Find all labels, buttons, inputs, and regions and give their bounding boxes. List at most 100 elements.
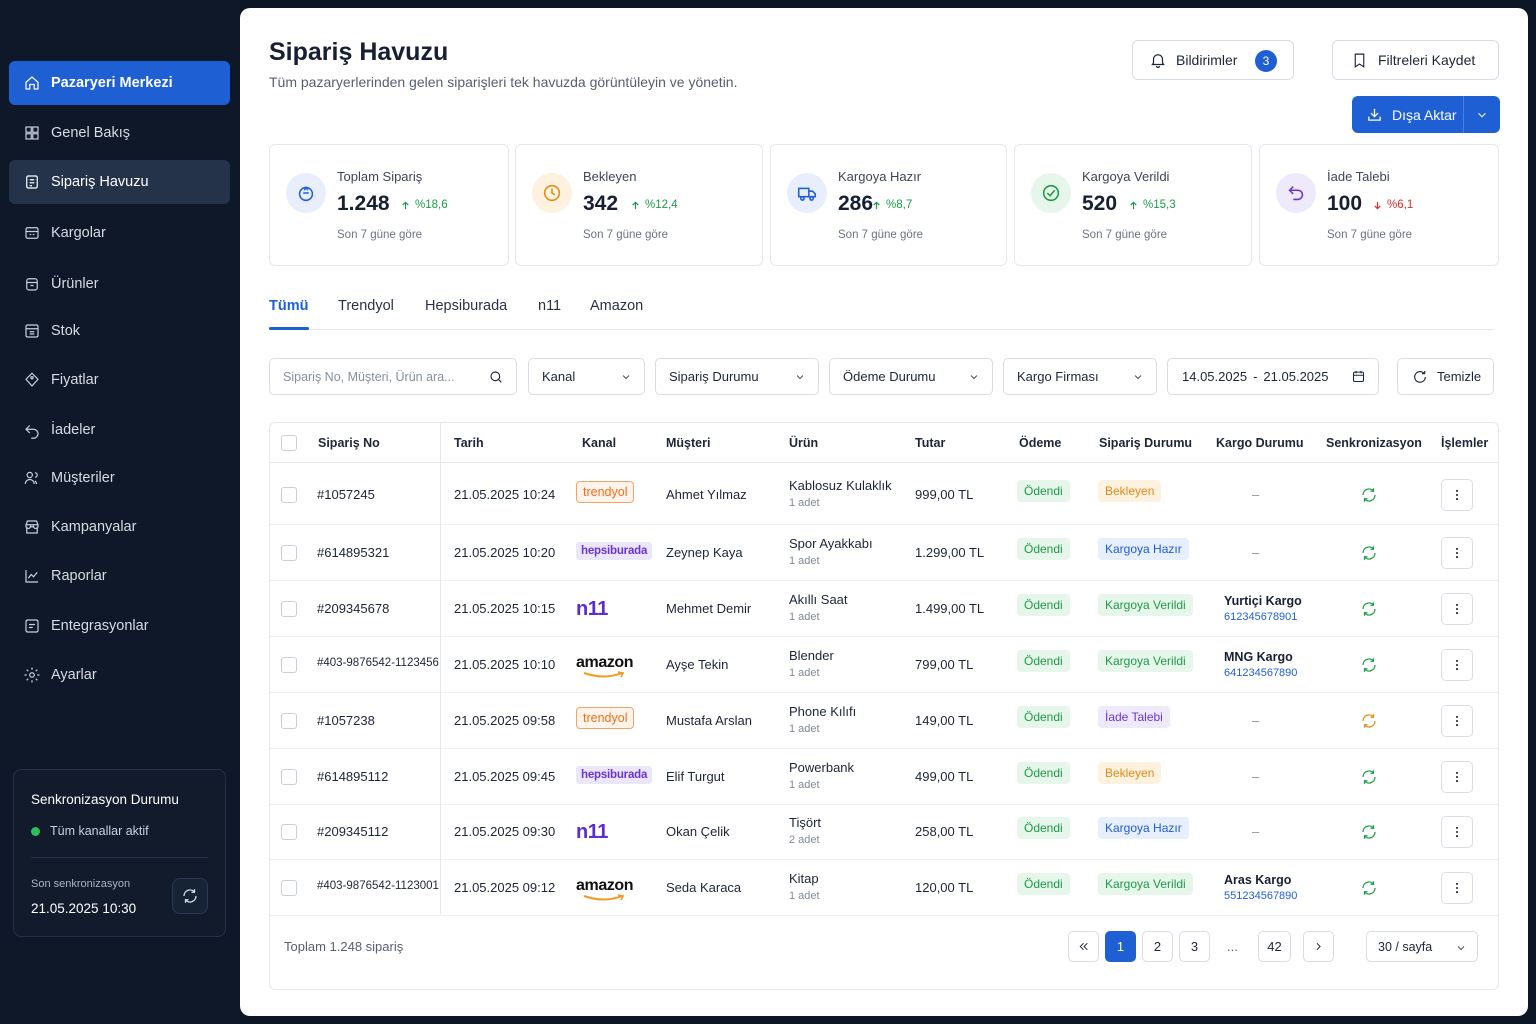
tab-3[interactable]: Hepsiburada — [425, 298, 507, 314]
sidebar-item-10[interactable]: Kampanyalar — [9, 505, 230, 549]
tab-5[interactable]: Amazon — [590, 298, 643, 314]
row-actions-button[interactable] — [1441, 705, 1473, 737]
row-checkbox[interactable] — [281, 486, 297, 503]
sync-icon[interactable] — [1360, 544, 1378, 565]
table-row[interactable]: #614895112 21.05.2025 09:45 hepsiburada Eli… — [270, 749, 1498, 805]
notifications-button[interactable]: Bildirimler 3 — [1132, 40, 1294, 80]
product-cell: Blender 1 adet — [789, 648, 834, 679]
column-header[interactable]: Tutar — [915, 436, 945, 450]
row-actions-button[interactable] — [1441, 761, 1473, 793]
row-checkbox[interactable] — [281, 769, 297, 785]
table-row[interactable]: #614895321 21.05.2025 10:20 hepsiburada Zey… — [270, 525, 1498, 581]
sidebar-item-3[interactable]: Sipariş Havuzu — [9, 160, 230, 204]
sync-icon[interactable] — [1360, 600, 1378, 621]
sidebar-item-5[interactable]: Ürünler — [9, 262, 230, 306]
select-all-checkbox[interactable] — [281, 435, 297, 451]
sidebar-item-4[interactable]: Kargolar — [9, 211, 230, 255]
payment-status: Ödendi — [1017, 479, 1070, 502]
tracking-number[interactable]: 641234567890 — [1224, 667, 1297, 679]
row-checkbox[interactable] — [281, 545, 297, 561]
tab-2[interactable]: Trendyol — [338, 298, 394, 314]
refresh-sync-button[interactable] — [172, 878, 208, 914]
stat-delta-value: %8,7 — [886, 199, 913, 211]
column-header[interactable]: Kanal — [582, 436, 616, 450]
row-actions-button[interactable] — [1441, 537, 1473, 569]
sync-icon[interactable] — [1360, 768, 1378, 789]
row-checkbox[interactable] — [281, 601, 297, 617]
tracking-number[interactable]: 551234567890 — [1224, 890, 1297, 902]
sidebar-item-9[interactable]: Müşteriler — [9, 456, 230, 500]
sidebar-item-13[interactable]: Ayarlar — [9, 653, 230, 697]
row-actions-button[interactable] — [1441, 478, 1473, 511]
channel-select[interactable]: Kanal — [528, 358, 645, 395]
order-id[interactable]: #614895112 — [317, 769, 388, 784]
save-filters-button[interactable]: Filtreleri Kaydet — [1332, 40, 1499, 80]
row-checkbox[interactable] — [281, 880, 297, 896]
sidebar-item-8[interactable]: İadeler — [9, 408, 230, 452]
cargo-company-select-label: Kargo Firması — [1017, 369, 1099, 384]
export-button[interactable]: Dışa Aktar — [1352, 96, 1464, 133]
tracking-number[interactable]: 612345678901 — [1224, 611, 1302, 623]
table-row[interactable]: #1057245 21.05.2025 10:24 trendyol Ahmet Yı… — [270, 464, 1498, 525]
order-id[interactable]: #1057238 — [317, 713, 375, 728]
sidebar-item-1[interactable]: Pazaryeri Merkezi — [9, 61, 230, 105]
column-header[interactable]: Sipariş No — [318, 436, 380, 450]
cargo-company-select[interactable]: Kargo Firması — [1003, 358, 1157, 395]
order-id[interactable]: #209345112 — [317, 824, 388, 839]
column-header[interactable]: Tarih — [454, 436, 484, 450]
table-row[interactable]: #403-9876542-1123456 21.05.2025 10:10 amaz… — [270, 637, 1498, 693]
page-button-2[interactable]: 2 — [1142, 931, 1173, 962]
table-row[interactable]: #403-9876542-1123001 21.05.2025 09:12 amaz… — [270, 860, 1498, 916]
page-button-1[interactable]: 1 — [1105, 931, 1136, 962]
page-button-42[interactable]: 42 — [1258, 931, 1291, 962]
column-header[interactable]: İşlemler — [1441, 436, 1488, 450]
sync-icon[interactable] — [1360, 823, 1378, 844]
sync-icon[interactable] — [1360, 712, 1378, 733]
sidebar-item-7[interactable]: Fiyatlar — [9, 358, 230, 402]
table-row[interactable]: #209345112 21.05.2025 09:30 n11 Okan Çelik T… — [270, 804, 1498, 860]
export-dropdown-button[interactable] — [1464, 96, 1500, 133]
sync-icon[interactable] — [1360, 486, 1378, 507]
column-header[interactable]: Ürün — [789, 436, 818, 450]
first-page-button[interactable] — [1068, 931, 1099, 962]
sidebar-item-6[interactable]: Stok — [9, 309, 230, 353]
clear-filters-button[interactable]: Temizle — [1397, 358, 1494, 395]
column-header[interactable]: Sipariş Durumu — [1099, 436, 1192, 450]
sidebar-item-2[interactable]: Genel Bakış — [9, 111, 230, 155]
next-page-button[interactable] — [1303, 931, 1334, 962]
sync-icon[interactable] — [1360, 879, 1378, 900]
page-button-3[interactable]: 3 — [1179, 931, 1210, 962]
sidebar-item-12[interactable]: Entegrasyonlar — [9, 604, 230, 648]
table-row[interactable]: #209345678 21.05.2025 10:15 n11 Mehmet Demi… — [270, 581, 1498, 637]
row-checkbox[interactable] — [281, 657, 297, 673]
sidebar-item-11[interactable]: Raporlar — [9, 554, 230, 598]
stat-card: Kargoya Verildi 520 %15,3 Son 7 güne göre — [1014, 144, 1252, 266]
column-header[interactable]: Kargo Durumu — [1216, 436, 1304, 450]
per-page-select[interactable]: 30 / sayfa — [1366, 931, 1478, 962]
search-input[interactable] — [283, 369, 483, 384]
order-id[interactable]: #1057245 — [317, 487, 375, 502]
order-id[interactable]: #403-9876542-1123456 — [317, 657, 439, 669]
column-header[interactable]: Müşteri — [666, 436, 710, 450]
order-id[interactable]: #403-9876542-1123001 — [317, 880, 439, 892]
tab-4[interactable]: n11 — [538, 298, 561, 314]
tab-1[interactable]: Tümü — [269, 298, 308, 314]
order-id[interactable]: #209345678 — [317, 601, 389, 616]
sync-icon[interactable] — [1360, 656, 1378, 677]
row-checkbox[interactable] — [281, 824, 297, 840]
search-icon[interactable] — [488, 369, 504, 385]
order-id[interactable]: #614895321 — [317, 545, 389, 560]
table-row[interactable]: #1057238 21.05.2025 09:58 trendyol Mustafa … — [270, 693, 1498, 749]
column-header[interactable]: Ödeme — [1019, 436, 1061, 450]
row-actions-button[interactable] — [1441, 593, 1473, 625]
row-checkbox[interactable] — [281, 713, 297, 729]
payment-status-select[interactable]: Ödeme Durumu — [829, 358, 993, 395]
row-actions-button[interactable] — [1441, 872, 1473, 904]
row-actions-button[interactable] — [1441, 816, 1473, 848]
row-actions-button[interactable] — [1441, 649, 1473, 681]
payment-status: Ödendi — [1017, 594, 1070, 616]
status-badge: Kargoya Hazır — [1098, 538, 1189, 560]
order-status-select[interactable]: Sipariş Durumu — [655, 358, 819, 395]
date-range-picker[interactable]: 14.05.2025 - 21.05.2025 — [1167, 358, 1379, 395]
column-header[interactable]: Senkronizasyon — [1326, 436, 1422, 450]
